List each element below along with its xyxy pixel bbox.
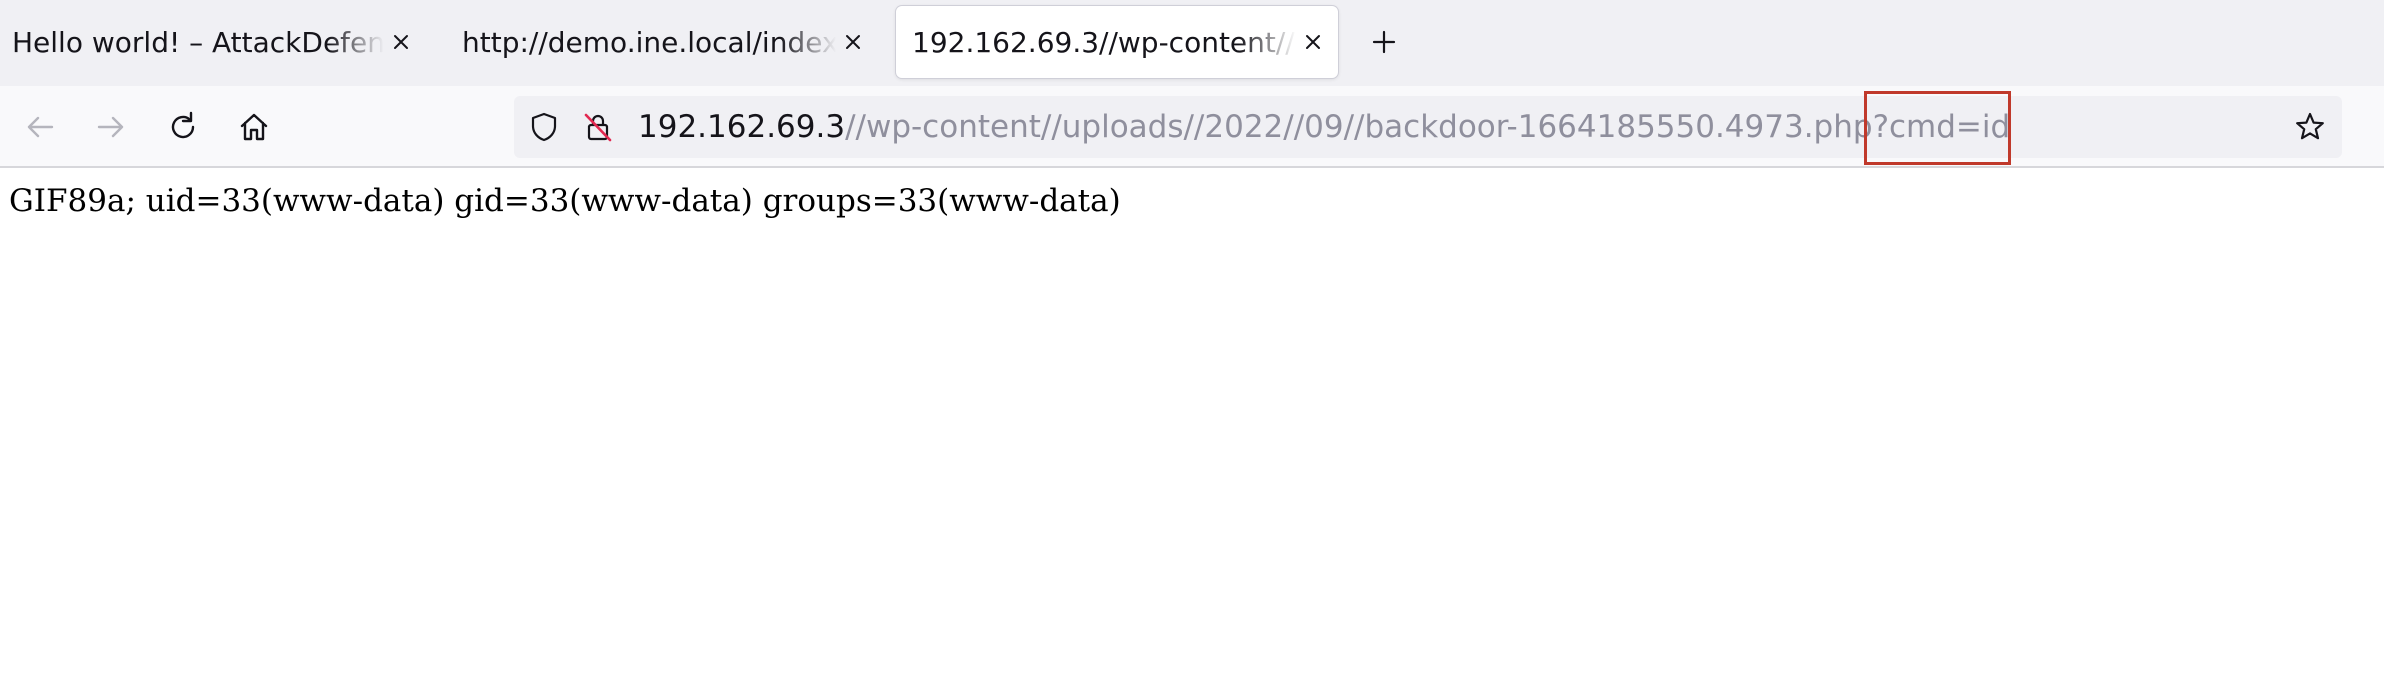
tab-close-button[interactable] [1296,25,1330,59]
tab-title: http://demo.ine.local/index.php [462,25,836,59]
home-button[interactable] [232,105,276,149]
new-tab-button[interactable] [1362,20,1406,64]
close-icon [846,35,860,49]
back-button[interactable] [18,105,62,149]
forward-button[interactable] [89,105,133,149]
browser-window: Hello world! – AttackDefense http://demo… [0,0,2384,680]
url-field-text[interactable]: 192.162.69.3//wp-content//uploads//2022/… [638,96,2010,158]
plus-icon [1372,30,1396,54]
url-path: //wp-content//uploads//2022//09//backdoo… [845,109,1873,145]
site-information-button[interactable] [580,109,616,145]
tracking-protection-button[interactable] [526,109,562,145]
tab-title: Hello world! – AttackDefense [12,25,384,59]
close-icon [394,35,408,49]
tab-demo-ine[interactable]: http://demo.ine.local/index.php [450,6,876,78]
bookmark-button[interactable] [2288,105,2332,149]
tab-close-button[interactable] [384,25,418,59]
query-highlight-box [1864,91,2011,165]
page-content: GIF89a; uid=33(www-data) gid=33(www-data… [0,168,2384,680]
reload-icon [171,111,195,139]
close-icon [1306,35,1320,49]
shield-icon [531,112,557,142]
star-icon [2296,112,2324,140]
arrow-right-icon [97,116,124,138]
tab-backdoor-active[interactable]: 192.162.69.3//wp-content//uploads [896,6,1338,78]
tab-title: 192.162.69.3//wp-content//uploads [912,25,1296,59]
tab-hello-world[interactable]: Hello world! – AttackDefense [4,6,424,78]
lock-slash-icon [584,113,612,142]
url-host: 192.162.69.3 [638,109,846,145]
tab-strip: Hello world! – AttackDefense http://demo… [0,0,2384,86]
command-output: GIF89a; uid=33(www-data) gid=33(www-data… [9,183,1121,219]
tab-close-button[interactable] [836,25,870,59]
navigation-toolbar: 192.162.69.3//wp-content//uploads//2022/… [0,86,2384,168]
reload-button[interactable] [161,105,205,149]
url-bar[interactable]: 192.162.69.3//wp-content//uploads//2022/… [514,96,2342,158]
home-icon [240,113,268,141]
arrow-left-icon [27,116,54,138]
